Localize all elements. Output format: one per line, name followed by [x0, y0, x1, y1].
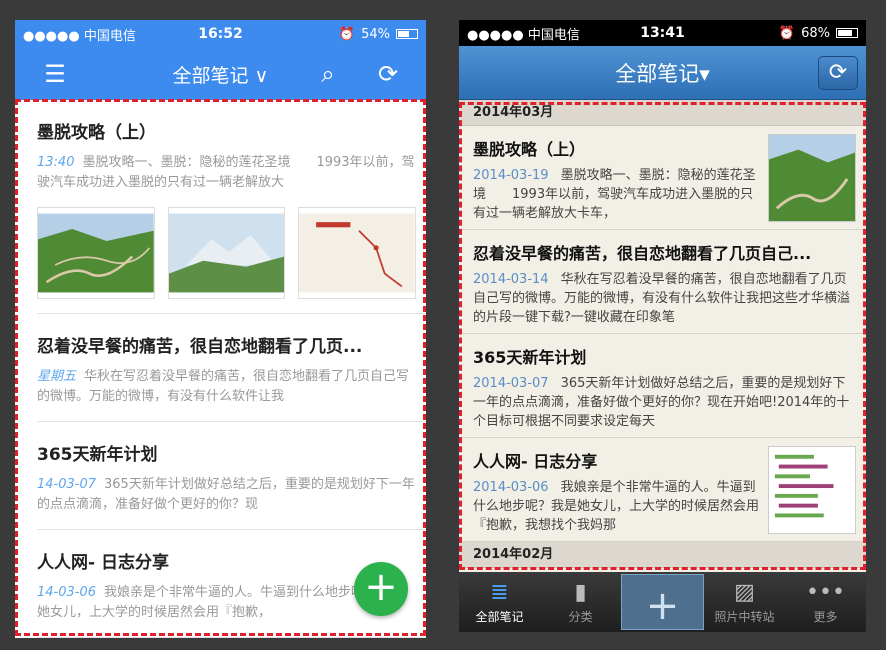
sync-icon: ⟳: [828, 60, 848, 85]
note-snippet: 2014-03-06 我娘亲是个非常牛逼的人。牛逼到什么地步呢？我是她女儿，上大学…: [473, 478, 760, 535]
note-item[interactable]: 忍着没早餐的痛苦，很自恋地翻看了几页自己... 2014-03-14 华秋在写忍着…: [459, 230, 866, 334]
tab-photo-transfer[interactable]: ▨ 照片中转站: [704, 572, 785, 632]
note-snippet: 14-03-07 365天新年计划做好总结之后，重要的是规划好下一年的点点滴滴，准…: [37, 475, 416, 515]
notebook-selector[interactable]: 全部笔记▾: [459, 58, 866, 88]
route-map-image: [298, 207, 417, 299]
tab-bar: ≣ 全部笔记 ▮ 分类 + ▨ 照片中转站 ••• 更多: [459, 572, 866, 632]
battery-icon: [836, 28, 858, 38]
status-time: 13:41: [640, 25, 685, 41]
note-snippet-text: 墨脱攻略一、墨脱：隐秘的莲花圣境 1993年以前，驾驶汽车成功进入墨脱的只有过一…: [37, 155, 415, 190]
sync-icon[interactable]: ⟳: [374, 60, 402, 88]
plus-icon: +: [645, 583, 680, 629]
note-item[interactable]: 墨脱攻略（上） 2014-03-19 墨脱攻略一、墨脱：隐秘的莲花圣境 1993年…: [459, 126, 866, 230]
status-bar: ●●●●● 中国电信 16:52 ⏰ 54%: [15, 20, 426, 48]
note-snippet-text: 华秋在写忍着没早餐的痛苦，很自恋地翻看了几页自己写的微博。万能的微博，有没有什么…: [37, 369, 410, 404]
tab-categories[interactable]: ▮ 分类: [540, 572, 621, 632]
note-date: 13:40: [37, 155, 75, 170]
search-icon[interactable]: ⌕: [314, 60, 342, 88]
mountain-road-thumbnail: [768, 134, 856, 222]
note-item[interactable]: 忍着没早餐的痛苦，很自恋地翻看了几页... 星期五 华秋在写忍着没早餐的痛苦，很自…: [37, 314, 426, 422]
note-date: 2014-03-06: [473, 480, 549, 495]
note-item[interactable]: 365天新年计划 2014-03-07 365天新年计划做好总结之后，重要的是规划…: [459, 334, 866, 438]
note-title: 墨脱攻略（上）: [37, 123, 156, 143]
note-snippet: 2014-03-07 365天新年计划做好总结之后，重要的是规划好下一年的点点滴滴…: [473, 374, 856, 431]
status-time: 16:52: [198, 26, 243, 42]
notebook-selector[interactable]: 全部笔记 ∨: [15, 61, 426, 88]
note-list: 墨脱攻略（上） 13:40 墨脱攻略一、墨脱：隐秘的莲花圣境 1993年以前，驾驶…: [15, 100, 426, 638]
note-title: 365天新年计划: [37, 445, 158, 465]
tab-label: 照片中转站: [714, 610, 775, 624]
tab-label: 分类: [568, 610, 593, 624]
tab-label: 全部笔记: [475, 610, 524, 624]
add-note-button[interactable]: +: [621, 574, 704, 630]
status-bar: ●●●●● 中国电信 13:41 ⏰ 68%: [459, 20, 866, 46]
sync-button[interactable]: ⟳: [818, 56, 858, 90]
battery-icon: [396, 29, 418, 39]
note-title: 忍着没早餐的痛苦，很自恋地翻看了几页...: [37, 337, 363, 357]
note-item[interactable]: 365天新年计划 14-03-07 365天新年计划做好总结之后，重要的是规划好下…: [37, 422, 426, 530]
note-title: 墨脱攻略（上）: [473, 140, 586, 159]
snow-mountain-image: [167, 207, 286, 299]
note-title: 人人网- 日志分享: [37, 553, 169, 573]
bookmark-icon: ▮: [574, 580, 587, 605]
note-title: 365天新年计划: [473, 348, 587, 367]
note-snippet: 星期五 华秋在写忍着没早餐的痛苦，很自恋地翻看了几页自己写的微博。万能的微博，有没…: [37, 367, 416, 407]
tab-label: 更多: [813, 610, 838, 624]
mountain-road-image: [37, 207, 155, 299]
note-date: 14-03-06: [37, 585, 97, 600]
note-date: 2014-03-07: [473, 376, 549, 391]
left-phone-screen: ●●●●● 中国电信 16:52 ⏰ 54% ☰ 全部笔记 ∨ ⌕ ⟳ 墨脱攻略…: [15, 20, 426, 638]
section-header: 2014年03月: [459, 100, 866, 126]
note-snippet: 2014-03-19 墨脱攻略一、墨脱：隐秘的莲花圣境 1993年以前，驾驶汽车成…: [473, 166, 760, 223]
note-snippet: 2014-03-14 华秋在写忍着没早餐的痛苦，很自恋地翻看了几页自己写的微博。万…: [473, 270, 856, 327]
note-date: 14-03-07: [37, 477, 97, 492]
notes-icon: ≣: [490, 580, 509, 605]
chat-screenshot-thumbnail: [768, 446, 856, 534]
note-snippet: 13:40 墨脱攻略一、墨脱：隐秘的莲花圣境 1993年以前，驾驶汽车成功进入墨脱…: [37, 153, 416, 193]
tab-all-notes[interactable]: ≣ 全部笔记: [459, 572, 540, 632]
note-date: 2014-03-14: [473, 272, 549, 287]
note-item[interactable]: 人人网- 日志分享 2014-03-06 我娘亲是个非常牛逼的人。牛逼到什么地步呢…: [459, 438, 866, 542]
right-phone-screen: ●●●●● 中国电信 13:41 ⏰ 68% 全部笔记▾ ⟳ 2014年03月 …: [459, 20, 866, 632]
nav-bar: 全部笔记▾ ⟳: [459, 46, 866, 100]
add-note-button[interactable]: +: [354, 562, 408, 616]
section-header: 2014年02月: [459, 542, 866, 568]
tab-more[interactable]: ••• 更多: [785, 572, 866, 632]
more-icon: •••: [806, 580, 845, 605]
note-title: 忍着没早餐的痛苦，很自恋地翻看了几页自己...: [473, 244, 812, 263]
photo-icon: ▨: [734, 580, 755, 605]
note-title: 人人网- 日志分享: [473, 452, 598, 471]
note-date: 2014-03-19: [473, 168, 549, 183]
note-images: [37, 207, 417, 299]
note-date: 星期五: [37, 369, 77, 384]
nav-bar: ☰ 全部笔记 ∨ ⌕ ⟳: [15, 48, 426, 100]
note-item[interactable]: 墨脱攻略（上） 13:40 墨脱攻略一、墨脱：隐秘的莲花圣境 1993年以前，驾驶…: [37, 100, 426, 314]
